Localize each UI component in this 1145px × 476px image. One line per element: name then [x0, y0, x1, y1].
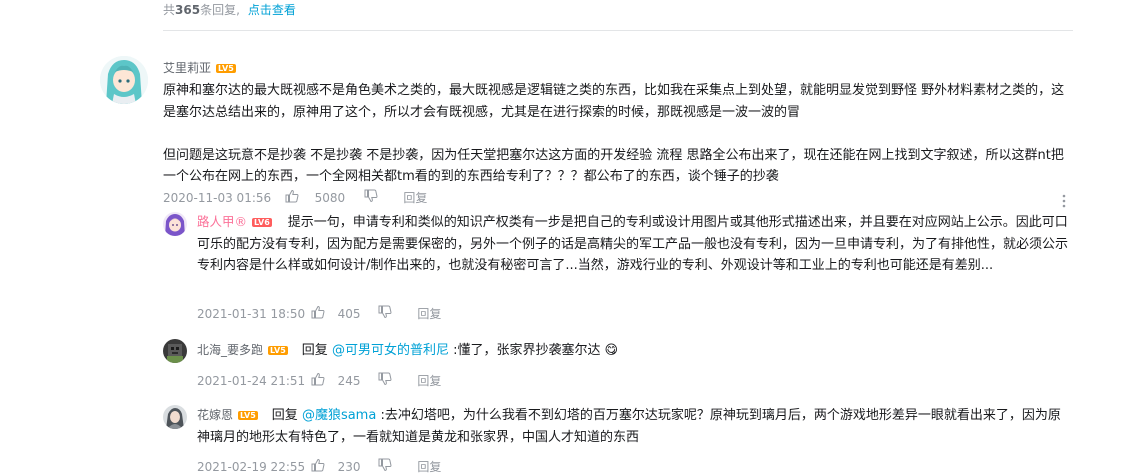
- reply-count-bar: 共365条回复, 点击查看: [163, 0, 296, 20]
- mention-link[interactable]: @魔狼sama: [302, 408, 376, 423]
- reply-prefix: 回复: [301, 343, 328, 358]
- level-badge: LV5: [238, 411, 258, 420]
- thumbs-down-icon: [378, 372, 392, 386]
- avatar-image: [163, 339, 187, 363]
- divider: [163, 30, 1073, 31]
- dislike-button[interactable]: [364, 189, 399, 207]
- comment-paragraph: 但问题是这玩意不是抄袭 不是抄袭 不是抄袭，因为任天堂把塞尔达这方面的开发经验 …: [163, 147, 1064, 185]
- avatar-image: [163, 405, 187, 429]
- avatar-image: [100, 56, 148, 104]
- thumbs-up-icon: [311, 372, 325, 386]
- reply-button[interactable]: 回复: [417, 306, 441, 322]
- like-button[interactable]: [311, 458, 334, 476]
- avatar-image: [163, 212, 187, 236]
- reply-meta: 2021-01-24 21:51 245 回复: [197, 372, 441, 390]
- emoji-icon: 😋: [604, 343, 619, 358]
- reply-avatar[interactable]: [163, 212, 187, 236]
- like-button[interactable]: [285, 189, 311, 207]
- reply-time: 2021-01-24 21:51: [197, 374, 306, 388]
- thumbs-up-icon: [311, 305, 325, 319]
- like-count: 230: [337, 460, 361, 474]
- comment-time: 2020-11-03 01:56: [163, 191, 272, 205]
- reply-meta: 2021-02-19 22:55 230 回复: [197, 458, 441, 476]
- dislike-button[interactable]: [378, 458, 413, 476]
- mention-link[interactable]: @可男可女的普利尼: [332, 343, 449, 358]
- comment-paragraph: 原神和塞尔达的最大既视感不是角色美术之类的，最大既视感是逻辑链之类的东西，比如我…: [163, 83, 1065, 120]
- reply-item: 花嫁恩 LV5 回复 @魔狼sama :去冲幻塔吧，为什么我看不到幻塔的百万塞尔达玩…: [197, 405, 1073, 448]
- avatar[interactable]: [100, 56, 148, 104]
- reply-button[interactable]: 回复: [403, 190, 427, 206]
- more-vertical-glyph: [1062, 194, 1066, 208]
- reply-time: 2021-02-19 22:55: [197, 460, 306, 474]
- comment-body: 原神和塞尔达的最大既视感不是角色美术之类的，最大既视感是逻辑链之类的东西，比如我…: [163, 80, 1073, 188]
- reply-text: :懂了，张家界抄袭塞尔达: [453, 343, 601, 358]
- like-count: 245: [337, 374, 361, 388]
- view-replies-link[interactable]: 点击查看: [248, 3, 296, 17]
- reply-time: 2021-01-31 18:50: [197, 307, 306, 321]
- reply-button[interactable]: 回复: [417, 459, 441, 475]
- reply-count-suffix: 条回复,: [200, 3, 240, 17]
- dislike-button[interactable]: [378, 305, 413, 323]
- reply-username[interactable]: 花嫁恩: [197, 408, 233, 422]
- comment-username[interactable]: 艾里莉亚 LV5: [163, 60, 236, 76]
- thumbs-up-icon: [285, 189, 299, 203]
- dislike-button[interactable]: [378, 372, 413, 390]
- reply-button[interactable]: 回复: [417, 373, 441, 389]
- more-vertical-icon[interactable]: [1060, 193, 1068, 209]
- reply-prefix: 回复: [271, 408, 298, 423]
- reply-meta: 2021-01-31 18:50 405 回复: [197, 305, 441, 323]
- thumbs-down-icon: [364, 189, 378, 203]
- thumbs-down-icon: [378, 305, 392, 319]
- level-badge: LV5: [268, 346, 288, 355]
- level-badge: LV6: [252, 218, 272, 227]
- username-text[interactable]: 艾里莉亚: [163, 61, 211, 75]
- reply-avatar[interactable]: [163, 339, 187, 363]
- comment-meta: 2020-11-03 01:56 5080 回复: [163, 189, 427, 207]
- reply-text: 提示一句，申请专利和类似的知识产权类有一步是把自己的专利或设计用图片或其他形式描…: [197, 215, 1069, 273]
- reply-username[interactable]: 北海_要多跑: [197, 343, 263, 357]
- reply-item: 路人甲® LV6 提示一句，申请专利和类似的知识产权类有一步是把自己的专利或设计用图…: [197, 212, 1073, 277]
- level-badge: LV5: [216, 64, 236, 73]
- reply-count: 365: [175, 3, 201, 17]
- reply-count-prefix: 共: [163, 3, 176, 17]
- reply-avatar[interactable]: [163, 405, 187, 429]
- like-count: 405: [337, 307, 361, 321]
- like-button[interactable]: [311, 372, 334, 390]
- like-button[interactable]: [311, 305, 334, 323]
- like-count: 5080: [314, 191, 346, 205]
- reply-item: 北海_要多跑 LV5 回复 @可男可女的普利尼 :懂了，张家界抄袭塞尔达 😋: [197, 340, 1073, 362]
- reply-username[interactable]: 路人甲®: [197, 214, 247, 229]
